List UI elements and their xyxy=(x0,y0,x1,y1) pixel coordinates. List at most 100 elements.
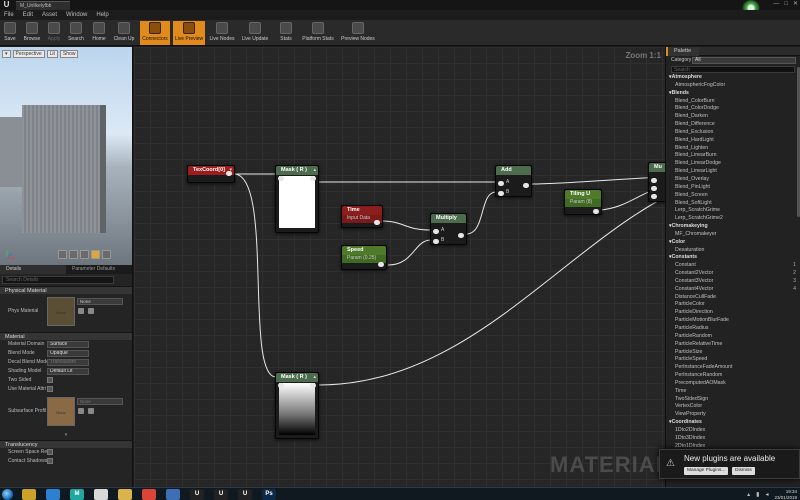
use-material-attributes-checkbox[interactable] xyxy=(47,386,53,392)
blend-mode-dropdown[interactable]: Opaque xyxy=(47,350,89,357)
palette-item[interactable]: ParticleSpeed xyxy=(666,356,800,364)
connectors-button[interactable]: Connectors xyxy=(140,21,170,45)
live-update-button[interactable]: Live Update xyxy=(239,21,271,45)
palette-item[interactable]: Blend_Darken xyxy=(666,113,800,121)
browse-asset-icon[interactable] xyxy=(88,408,94,414)
palette-item[interactable]: Lerp_ScratchGrime xyxy=(666,207,800,215)
palette-item[interactable]: Blend_HardLight xyxy=(666,137,800,145)
node-pin[interactable] xyxy=(593,209,599,214)
tray-arrow-icon[interactable]: ▴ xyxy=(747,491,750,498)
shading-model-dropdown[interactable]: Default Lit xyxy=(47,368,89,375)
media-icon[interactable] xyxy=(46,489,60,500)
material-domain-dropdown[interactable]: Surface xyxy=(47,341,89,348)
details-search-input[interactable]: Search Details xyxy=(2,276,114,284)
collapse-caret-icon[interactable]: ▴ xyxy=(313,374,316,380)
manage-plugins-button[interactable]: Manage Plugins... xyxy=(684,467,729,475)
stats-button[interactable]: Stats xyxy=(277,21,295,45)
minimize-button[interactable]: — xyxy=(773,0,779,10)
dismiss-button[interactable]: Dismiss xyxy=(732,467,755,475)
palette-item[interactable]: Blend_LinearDodge xyxy=(666,160,800,168)
palette-item[interactable]: Constant3Vector 3 xyxy=(666,278,800,286)
file-icon[interactable] xyxy=(94,489,108,500)
node-texcoord[interactable]: TexCoord[0] ▾ xyxy=(187,165,235,183)
node-pin[interactable] xyxy=(278,176,284,181)
palette-item[interactable]: Constant2Vector 2 xyxy=(666,270,800,278)
platform-stats-button[interactable]: Platform Stats xyxy=(300,21,336,45)
tab-palette[interactable]: Palette xyxy=(666,47,700,56)
node-multiply[interactable]: Multiply A B xyxy=(430,213,467,245)
system-clock[interactable]: 19:34 23/01/2019 xyxy=(774,489,797,500)
node-pin[interactable] xyxy=(651,194,657,199)
decal-blend-mode-dropdown[interactable]: Translucent xyxy=(47,359,89,366)
teapot-preview-button[interactable] xyxy=(102,250,111,259)
menu-help[interactable]: Help xyxy=(96,10,108,20)
material-graph[interactable]: TexCoord[0] ▾ Mask ( R ) ▴ Time Input Da… xyxy=(134,47,665,487)
palette-item[interactable]: ParticleMotionBlurFade xyxy=(666,317,800,325)
live-preview-button[interactable]: Live Preview xyxy=(173,21,205,45)
palette-category[interactable]: ▾Chromakeying xyxy=(666,223,800,231)
palette-item[interactable]: ParticleColor xyxy=(666,301,800,309)
menu-file[interactable]: File xyxy=(4,10,14,20)
node-pin[interactable] xyxy=(498,181,504,186)
collapse-caret-icon[interactable]: ▴ xyxy=(313,167,316,173)
node-pin[interactable] xyxy=(523,183,529,188)
browse-button[interactable]: Browse xyxy=(22,21,42,45)
palette-item[interactable]: PerInstanceFadeAmount xyxy=(666,364,800,372)
ue-icon-3[interactable]: U xyxy=(238,489,252,500)
palette-item[interactable]: Constant4Vector 4 xyxy=(666,286,800,294)
tab-details[interactable]: Details xyxy=(0,265,66,274)
photoshop-icon[interactable]: Ps xyxy=(262,489,276,500)
tab-parameter-defaults[interactable]: Parameter Defaults xyxy=(66,265,132,274)
category-dropdown[interactable]: All xyxy=(692,57,796,64)
home-button[interactable]: Home xyxy=(90,21,108,45)
material-section[interactable]: Material xyxy=(0,332,132,340)
clean-up-button[interactable]: Clean Up xyxy=(112,21,136,45)
translucency-section[interactable]: Translucency xyxy=(0,440,132,448)
palette-item[interactable]: Blend_Difference xyxy=(666,121,800,129)
palette-category[interactable]: ▾Blends xyxy=(666,90,800,98)
viewport-menu-button[interactable]: ▾ xyxy=(2,50,11,58)
phys-material-dropdown[interactable]: None xyxy=(77,298,123,305)
node-time[interactable]: Time Input Data xyxy=(341,205,383,228)
palette-category[interactable]: ▾Coordinates xyxy=(666,419,800,427)
node-tiling-u[interactable]: Tiling U Param (8) xyxy=(564,189,602,215)
live-nodes-button[interactable]: Live Nodes xyxy=(207,21,237,45)
palette-item[interactable]: Blend_Lighten xyxy=(666,145,800,153)
cube-preview-button[interactable] xyxy=(91,250,100,259)
preview-viewport[interactable]: ▾ Perspective Lit Show xyxy=(0,47,133,265)
palette-item[interactable]: DistanceCullFade xyxy=(666,294,800,302)
palette-item[interactable]: TwoSidedSign xyxy=(666,396,800,404)
start-button-icon[interactable] xyxy=(2,489,13,500)
utility-icon[interactable] xyxy=(166,489,180,500)
phys-material-thumbnail[interactable]: None xyxy=(47,297,75,326)
subsurface-dropdown[interactable]: None xyxy=(77,398,123,405)
palette-item[interactable]: ParticleSize xyxy=(666,349,800,357)
menu-window[interactable]: Window xyxy=(66,10,87,20)
palette-item[interactable]: Blend_ColorDodge xyxy=(666,105,800,113)
palette-category[interactable]: ▾Atmosphere xyxy=(666,74,800,82)
node-pin[interactable] xyxy=(458,233,464,238)
node-output-partial[interactable]: Mu xyxy=(648,162,665,202)
cylinder-preview-button[interactable] xyxy=(58,250,67,259)
folder-icon[interactable] xyxy=(22,489,36,500)
palette-item[interactable]: ParticleRelativeTime xyxy=(666,341,800,349)
palette-item[interactable]: MF_Chromakeyer xyxy=(666,231,800,239)
node-speed[interactable]: Speed Param (0.25) xyxy=(341,245,387,270)
palette-item[interactable]: Blend_Screen xyxy=(666,192,800,200)
search-button[interactable]: Search xyxy=(66,21,86,45)
palette-search-input[interactable]: Search xyxy=(671,66,795,73)
palette-item[interactable]: Desaturation xyxy=(666,247,800,255)
palette-item[interactable]: Blend_SoftLight xyxy=(666,200,800,208)
menu-edit[interactable]: Edit xyxy=(23,10,33,20)
subsurface-thumbnail[interactable]: None xyxy=(47,397,75,426)
palette-category[interactable]: ▾Color xyxy=(666,239,800,247)
palette-item[interactable]: Lerp_ScratchGrime2 xyxy=(666,215,800,223)
node-pin[interactable] xyxy=(310,383,316,388)
node-pin[interactable] xyxy=(374,220,380,225)
node-pin[interactable] xyxy=(378,262,384,267)
ue-icon-1[interactable]: U xyxy=(190,489,204,500)
node-pin[interactable] xyxy=(433,239,439,244)
maya-icon[interactable]: M xyxy=(70,489,84,500)
node-pin[interactable] xyxy=(226,171,232,176)
palette-item[interactable]: Blend_Overlay xyxy=(666,176,800,184)
